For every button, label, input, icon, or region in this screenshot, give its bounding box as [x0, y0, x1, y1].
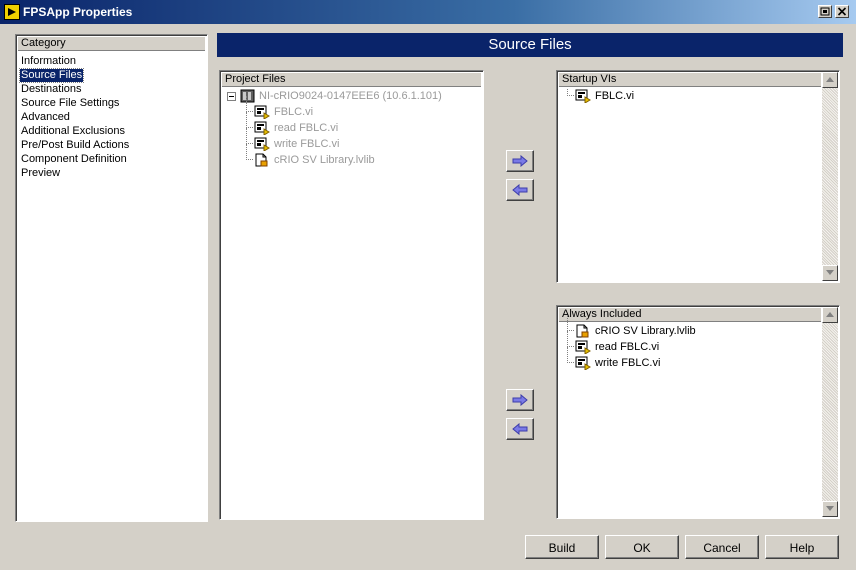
help-context-button[interactable]	[818, 5, 832, 18]
tree-item-label: write FBLC.vi	[274, 138, 340, 150]
arrow-down-icon	[826, 270, 834, 275]
tree-item[interactable]: read FBLC.vi	[246, 112, 474, 136]
arrow-up-icon	[826, 77, 834, 82]
startup-vis-list[interactable]: Startup VIs FBLC.vi	[556, 70, 840, 283]
scroll-track[interactable]	[822, 323, 838, 501]
scroll-up-button[interactable]	[822, 307, 838, 323]
startup-vis-scrollbar[interactable]	[822, 72, 838, 281]
tree-item[interactable]: cRIO SV Library.lvlib	[567, 315, 795, 338]
section-title: Source Files	[217, 33, 843, 57]
startup-vis-header: Startup VIs	[559, 73, 821, 87]
help-button[interactable]: Help	[765, 535, 839, 559]
tree-item[interactable]: FBLC.vi	[246, 96, 474, 120]
tree-connector	[246, 112, 253, 128]
arrow-up-icon	[826, 312, 834, 317]
tree-connector	[567, 347, 574, 363]
tree-item-label: cRIO SV Library.lvlib	[274, 154, 375, 166]
always-included-list[interactable]: Always Included cRIO SV Library.lvlib rea…	[556, 305, 840, 519]
tree-item[interactable]: FBLC.vi	[567, 89, 795, 104]
build-button[interactable]: Build	[525, 535, 599, 559]
collapse-toggle-icon[interactable]	[227, 92, 236, 101]
scroll-track[interactable]	[822, 88, 838, 265]
category-item[interactable]: Additional Exclusions	[20, 125, 126, 138]
arrow-right-icon	[512, 394, 528, 406]
app-icon	[4, 4, 20, 20]
tree-connector	[246, 144, 253, 160]
category-item[interactable]: Information	[20, 55, 77, 68]
tree-item-label: write FBLC.vi	[595, 357, 661, 369]
add-always-included-button[interactable]	[506, 389, 534, 411]
tree-item[interactable]: read FBLC.vi	[567, 331, 795, 355]
tree-root-label: NI-cRIO9024-0147EEE6 (10.6.1.101)	[259, 90, 442, 102]
tree-item[interactable]: write FBLC.vi	[246, 128, 474, 152]
window-title: FPSApp Properties	[23, 5, 133, 19]
remove-startup-vi-button[interactable]	[506, 179, 534, 201]
tree-item-label: read FBLC.vi	[595, 341, 660, 353]
tree-item-label: read FBLC.vi	[274, 122, 339, 134]
tree-connector	[567, 89, 574, 96]
close-icon	[837, 7, 847, 16]
category-list[interactable]: Category Information Source Files Destinat…	[15, 34, 208, 522]
add-startup-vi-button[interactable]	[506, 150, 534, 172]
category-item[interactable]: Advanced	[20, 111, 71, 124]
tree-item[interactable]: write FBLC.vi	[567, 347, 795, 371]
category-item[interactable]: Destinations	[20, 83, 83, 96]
library-icon	[254, 153, 270, 171]
category-item[interactable]: Source Files	[18, 68, 85, 83]
tree-item-label: FBLC.vi	[595, 90, 635, 102]
category-item[interactable]: Preview	[20, 167, 61, 180]
arrow-down-icon	[826, 506, 834, 511]
tree-connector	[567, 315, 574, 331]
tree-root-crio[interactable]: NI-cRIO9024-0147EEE6 (10.6.1.101)	[227, 89, 477, 103]
cancel-button[interactable]: Cancel	[685, 535, 759, 559]
project-files-header: Project Files	[222, 73, 481, 87]
remove-always-included-button[interactable]	[506, 418, 534, 440]
tree-item-label: cRIO SV Library.lvlib	[595, 325, 696, 337]
tree-item-label: FBLC.vi	[274, 106, 314, 118]
arrow-left-icon	[512, 423, 528, 435]
category-item[interactable]: Source File Settings	[20, 97, 120, 110]
tree-connector	[246, 96, 253, 112]
scroll-up-button[interactable]	[822, 72, 838, 88]
always-included-header: Always Included	[559, 308, 821, 322]
always-included-scrollbar[interactable]	[822, 307, 838, 517]
category-header: Category	[18, 37, 205, 51]
category-item[interactable]: Component Definition	[20, 153, 128, 166]
close-button[interactable]	[835, 5, 849, 18]
tree-connector	[567, 331, 574, 347]
project-files-tree[interactable]: Project Files NI-cRIO9024-0147EEE6 (10.6…	[219, 70, 484, 520]
tree-item[interactable]: cRIO SV Library.lvlib	[246, 144, 474, 167]
title-bar[interactable]: FPSApp Properties	[0, 0, 856, 24]
ok-button[interactable]: OK	[605, 535, 679, 559]
arrow-left-icon	[512, 184, 528, 196]
vi-icon	[575, 89, 591, 107]
scroll-down-button[interactable]	[822, 265, 838, 281]
tree-connector	[246, 128, 253, 144]
arrow-right-icon	[512, 155, 528, 167]
question-icon	[820, 7, 830, 16]
vi-icon	[575, 356, 591, 374]
category-item[interactable]: Pre/Post Build Actions	[20, 139, 130, 152]
scroll-down-button[interactable]	[822, 501, 838, 517]
